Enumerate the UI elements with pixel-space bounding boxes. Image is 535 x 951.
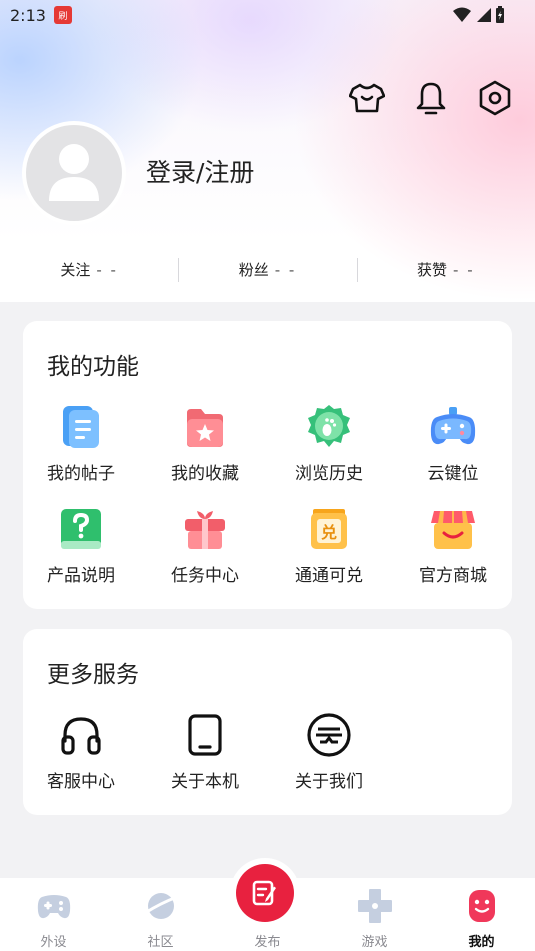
bell-icon [416,82,446,115]
status-indicators [453,6,505,24]
battery-icon [496,6,504,23]
function-my-posts[interactable]: 我的帖子 [23,403,139,484]
tab-games[interactable]: 游戏 [321,878,428,951]
tab-label: 我的 [468,935,495,950]
edit-icon [252,880,276,906]
function-label: 通通可兑 [295,566,363,586]
tab-label: 游戏 [361,935,388,950]
my-functions-card: 我的功能 我的帖子 我的收藏 浏览历史 云键位 产品说明 任务中心 兑 通通可兑… [23,321,512,609]
function-label: 产品说明 [47,566,115,586]
settings-icon [479,80,511,116]
headset-icon [57,711,105,759]
function-exchange[interactable]: 兑 通通可兑 [271,505,387,586]
function-label: 浏览历史 [295,464,363,484]
default-user-icon [49,144,99,201]
more-services-card: 更多服务 客服中心 关于本机 关于我们 [23,629,512,815]
stat-label: 粉丝 [238,261,269,279]
notifications-button[interactable] [411,78,451,118]
profile-stats: 关注 - - 粉丝 - - 获赞 - - [0,258,535,282]
tab-label: 外设 [40,935,67,950]
posts-icon [57,403,105,451]
function-my-favorites[interactable]: 我的收藏 [147,403,263,484]
wifi-icon [453,7,471,22]
shop-icon [429,505,477,553]
function-label: 任务中心 [171,566,239,586]
service-label: 客服中心 [47,772,115,792]
tab-mine[interactable]: 我的 [428,878,535,951]
profile-icon [464,888,500,924]
function-product-guide[interactable]: 产品说明 [23,505,139,586]
planet-icon [143,888,179,924]
notification-app-icon: 刷 [53,6,72,24]
service-about-device[interactable]: 关于本机 [147,711,263,792]
tab-label: 社区 [147,935,174,950]
history-footprint-icon [305,403,353,451]
stat-likes[interactable]: 获赞 - - [356,258,535,282]
outfit-button[interactable] [347,78,387,118]
favorites-folder-icon [181,403,229,451]
tab-peripherals[interactable]: 外设 [0,878,107,951]
gift-icon [181,505,229,553]
service-customer-center[interactable]: 客服中心 [23,711,139,792]
signal-icon [477,8,491,22]
stat-label: 获赞 [417,261,448,279]
tab-label: 发布 [254,935,281,950]
shirt-icon [349,83,385,113]
gamepad-tab-icon [36,888,72,924]
function-browse-history[interactable]: 浏览历史 [271,403,387,484]
service-label: 关于本机 [171,772,239,792]
exchange-icon: 兑 [305,505,353,553]
function-cloud-keymap[interactable]: 云键位 [395,403,511,484]
section-title: 更多服务 [47,662,139,688]
function-label: 云键位 [427,464,479,484]
stat-followers[interactable]: 粉丝 - - [178,258,356,282]
login-register-link[interactable]: 登录/注册 [146,153,254,189]
dpad-icon [357,888,393,924]
function-label: 官方商城 [419,566,487,586]
stat-value: - - [96,261,118,279]
status-bar: 2:13 刷 [0,0,535,30]
stat-value: - - [453,261,475,279]
function-label: 我的帖子 [47,464,115,484]
section-title: 我的功能 [47,354,139,380]
function-official-store[interactable]: 官方商城 [395,505,511,586]
stat-following[interactable]: 关注 - - [0,258,178,282]
stat-value: - - [274,261,297,279]
brand-logo-icon [305,711,353,759]
status-time: 2:13 [10,5,46,25]
avatar[interactable] [22,121,126,225]
service-label: 关于我们 [295,772,363,792]
stat-label: 关注 [60,261,91,279]
svg-text:兑: 兑 [321,523,337,542]
function-label: 我的收藏 [171,464,239,484]
gamepad-icon [429,403,477,451]
phone-icon [181,711,229,759]
tab-community[interactable]: 社区 [107,878,214,951]
publish-button[interactable] [236,864,294,922]
settings-button[interactable] [475,78,515,118]
service-about-us[interactable]: 关于我们 [271,711,387,792]
help-book-icon [57,505,105,553]
function-task-center[interactable]: 任务中心 [147,505,263,586]
